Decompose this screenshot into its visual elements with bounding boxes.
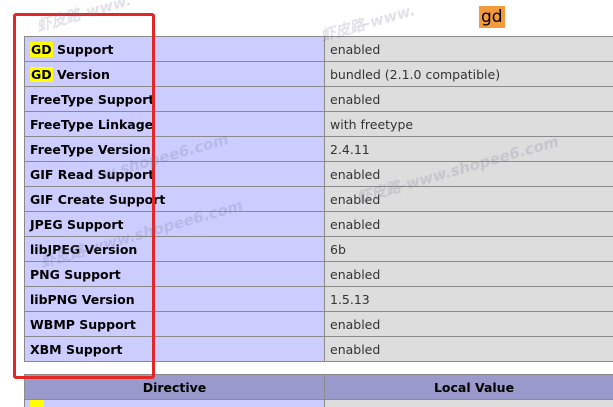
search-highlight: GD: [30, 66, 53, 82]
info-value-cell: bundled (2.1.0 compatible): [324, 61, 613, 87]
directive-name-cell: [24, 399, 325, 407]
info-value-cell: enabled: [324, 261, 613, 287]
info-key-cell: GIF Read Support: [24, 161, 325, 187]
info-value-cell: enabled: [324, 36, 613, 62]
directive-column-header: Directive: [24, 374, 325, 400]
info-row: GIF Read Support enabled: [24, 161, 613, 187]
phpinfo-page: gd GD Support enabled GD Version bundled (2…: [0, 0, 613, 407]
info-key-cell: XBM Support: [24, 336, 325, 362]
info-row: PNG Support enabled: [24, 261, 613, 287]
info-key-label: FreeType Linkage: [30, 116, 154, 132]
info-value-cell: with freetype: [324, 111, 613, 137]
info-row: FreeType Support enabled: [24, 86, 613, 112]
info-row: libJPEG Version 6b: [24, 236, 613, 262]
info-key-cell: WBMP Support: [24, 311, 325, 337]
info-key-cell: GIF Create Support: [24, 186, 325, 212]
info-key-cell: libPNG Version: [24, 286, 325, 312]
info-value-cell: 6b: [324, 236, 613, 262]
info-key-label: JPEG Support: [30, 216, 124, 232]
info-row: GD Version bundled (2.1.0 compatible): [24, 61, 613, 87]
local-value-column-header: Local Value: [324, 374, 613, 400]
info-key-label: WBMP Support: [30, 316, 136, 332]
info-value-cell: enabled: [324, 161, 613, 187]
info-row: XBM Support enabled: [24, 336, 613, 362]
info-key-label: XBM Support: [30, 341, 123, 357]
info-row: WBMP Support enabled: [24, 311, 613, 337]
info-key-label: Version: [57, 66, 110, 82]
info-row: FreeType Linkage with freetype: [24, 111, 613, 137]
directive-row: [24, 399, 613, 407]
info-row: JPEG Support enabled: [24, 211, 613, 237]
info-value-cell: enabled: [324, 186, 613, 212]
info-value-cell: enabled: [324, 311, 613, 337]
info-key-label: libPNG Version: [30, 291, 135, 307]
directive-value-cell: [324, 399, 613, 407]
info-key-label: FreeType Support: [30, 91, 155, 107]
info-value-cell: enabled: [324, 336, 613, 362]
highlight-marker: [30, 400, 44, 407]
info-row: GIF Create Support enabled: [24, 186, 613, 212]
section-title-gd: gd: [479, 6, 505, 28]
info-key-cell: GD Version: [24, 61, 325, 87]
info-key-cell: libJPEG Version: [24, 236, 325, 262]
info-value-cell: enabled: [324, 211, 613, 237]
info-key-cell: PNG Support: [24, 261, 325, 287]
info-key-cell: GD Support: [24, 36, 325, 62]
watermark-text: 虾皮路-www.: [34, 0, 134, 36]
info-key-cell: FreeType Support: [24, 86, 325, 112]
info-value-cell: 1.5.13: [324, 286, 613, 312]
info-key-label: Support: [57, 41, 114, 57]
search-highlight: GD: [30, 41, 53, 57]
info-key-label: PNG Support: [30, 266, 121, 282]
gd-info-table: GD Support enabled GD Version bundled (2.1.…: [24, 36, 613, 362]
info-value-cell: 2.4.11: [324, 136, 613, 162]
info-key-label: GIF Create Support: [30, 191, 166, 207]
info-row: GD Support enabled: [24, 36, 613, 62]
info-key-label: FreeType Version: [30, 141, 151, 157]
info-key-label: GIF Read Support: [30, 166, 155, 182]
info-row: FreeType Version 2.4.11: [24, 136, 613, 162]
directive-header-row: Directive Local Value: [24, 374, 613, 400]
info-key-cell: JPEG Support: [24, 211, 325, 237]
info-key-label: libJPEG Version: [30, 241, 138, 257]
directive-table: Directive Local Value: [24, 374, 613, 407]
info-key-cell: FreeType Version: [24, 136, 325, 162]
info-key-cell: FreeType Linkage: [24, 111, 325, 137]
info-value-cell: enabled: [324, 86, 613, 112]
info-row: libPNG Version 1.5.13: [24, 286, 613, 312]
